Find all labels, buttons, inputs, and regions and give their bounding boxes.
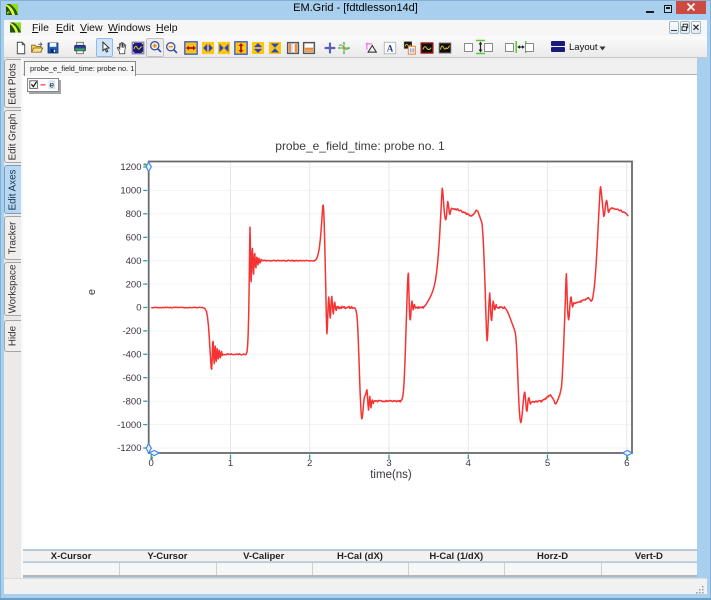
svg-text:1: 1: [228, 458, 233, 469]
svg-text:-1200: -1200: [117, 443, 141, 454]
svg-text:0: 0: [149, 458, 154, 469]
svg-text:3: 3: [386, 458, 391, 469]
svg-text:600: 600: [126, 233, 142, 244]
svg-text:-800: -800: [122, 396, 141, 407]
svg-text:-600: -600: [122, 373, 141, 384]
svg-text:-400: -400: [122, 350, 141, 361]
svg-text:200: 200: [126, 279, 142, 290]
svg-text:-1000: -1000: [117, 420, 141, 431]
svg-text:0: 0: [136, 303, 141, 314]
svg-text:1200: 1200: [120, 162, 141, 173]
svg-text:time(ns): time(ns): [370, 469, 412, 481]
svg-text:-200: -200: [122, 326, 141, 337]
svg-text:5: 5: [545, 458, 550, 469]
svg-text:4: 4: [466, 458, 471, 469]
svg-text:2: 2: [307, 458, 312, 469]
svg-text:e: e: [86, 289, 98, 295]
svg-text:probe_e_field_time: probe no.: probe_e_field_time: probe no. 1: [275, 139, 445, 153]
svg-text:1000: 1000: [120, 186, 141, 197]
svg-text:400: 400: [126, 256, 142, 267]
svg-text:e: e: [49, 79, 54, 89]
svg-text:800: 800: [126, 209, 142, 220]
svg-text:6: 6: [624, 458, 629, 469]
